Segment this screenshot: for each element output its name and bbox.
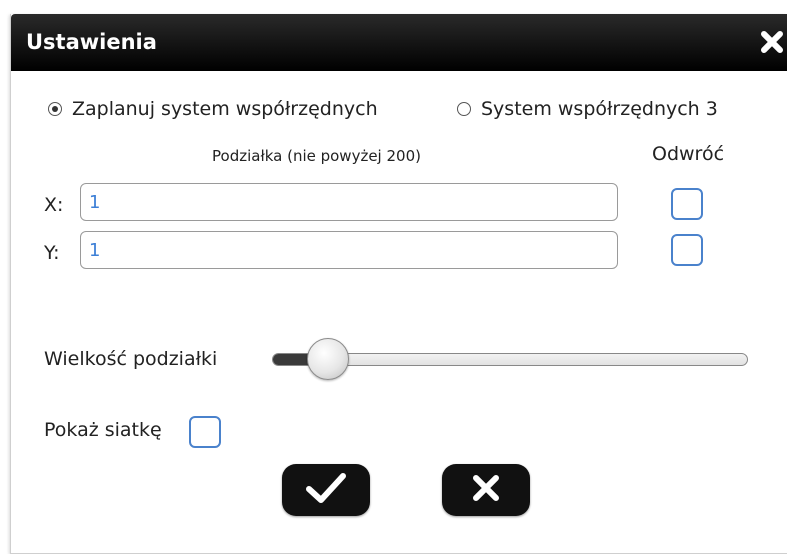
- scale-header: Podziałka (nie powyżej 200): [212, 147, 421, 165]
- radio-button-plan-system[interactable]: [48, 102, 62, 116]
- cancel-button[interactable]: [442, 464, 530, 516]
- radio-label-system-3: System współrzędnych 3: [481, 98, 718, 120]
- invert-header: Odwróć: [652, 143, 725, 165]
- radio-label-plan-system: Zaplanuj system współrzędnych: [72, 98, 378, 120]
- invert-y-checkbox[interactable]: [671, 234, 703, 266]
- radio-option-system-3[interactable]: System współrzędnych 3: [457, 95, 718, 123]
- confirm-button[interactable]: [282, 464, 370, 516]
- dialog-titlebar[interactable]: Ustawienia: [11, 14, 787, 71]
- x-label: X:: [44, 194, 64, 216]
- close-icon: [468, 470, 504, 510]
- y-scale-input[interactable]: [80, 231, 618, 269]
- close-x-icon[interactable]: [756, 26, 787, 58]
- radio-option-plan-system[interactable]: Zaplanuj system współrzędnych: [48, 95, 378, 123]
- x-scale-input[interactable]: [80, 183, 618, 221]
- checkmark-icon: [304, 471, 348, 509]
- show-grid-checkbox[interactable]: [189, 416, 221, 448]
- invert-x-checkbox[interactable]: [671, 188, 703, 220]
- radio-button-system-3[interactable]: [457, 102, 471, 116]
- y-label: Y:: [44, 242, 60, 264]
- show-grid-label: Pokaż siatkę: [44, 419, 162, 441]
- scale-size-label: Wielkość podziałki: [44, 348, 218, 370]
- scale-size-slider-thumb[interactable]: [306, 338, 349, 380]
- dialog-title: Ustawienia: [26, 30, 157, 54]
